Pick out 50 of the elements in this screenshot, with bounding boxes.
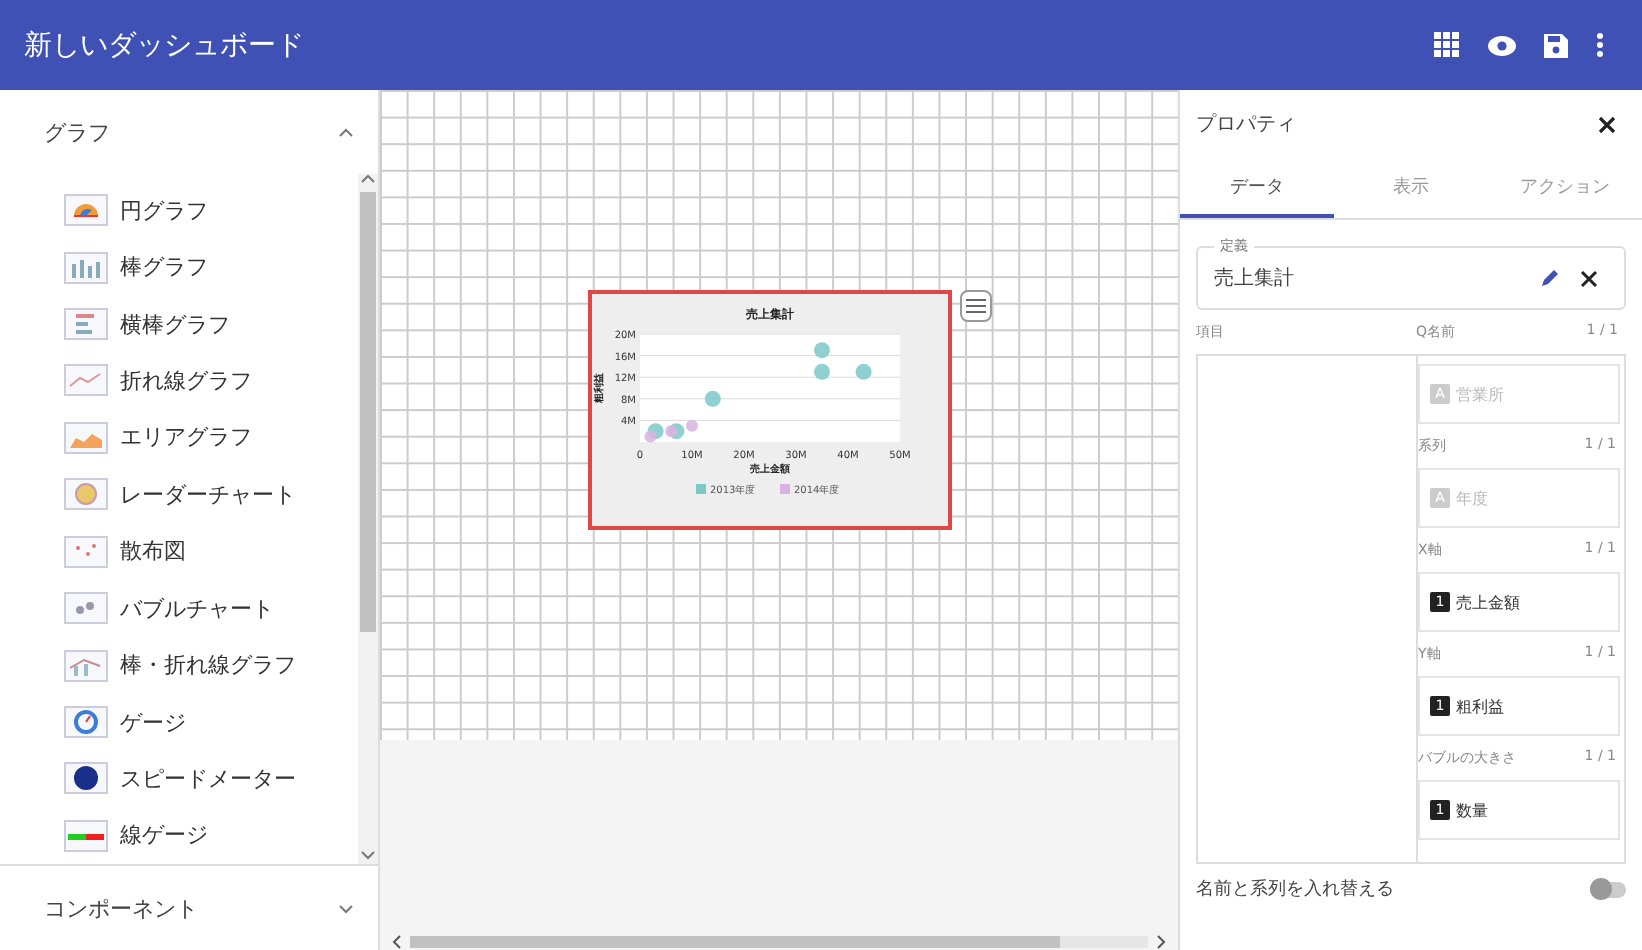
chart-thumbnail-icon (64, 308, 108, 341)
chart-type-item[interactable]: エリアグラフ (64, 409, 358, 467)
section-header[interactable]: グラフ (0, 90, 378, 174)
chart-type-item[interactable]: 折れ線グラフ (64, 352, 358, 410)
chart-thumbnail-icon (64, 762, 108, 795)
panel-title: プロパティ (1196, 111, 1296, 138)
chart-thumbnail-icon (64, 819, 108, 852)
chart-thumbnail-icon (64, 649, 108, 682)
dashboard-title: 新しいダッシュボード (24, 27, 306, 63)
slot-value: 営業所 (1456, 383, 1504, 405)
chart-thumbnail-icon (64, 194, 108, 227)
scroll-left-icon[interactable] (392, 933, 402, 949)
chart-thumbnail-icon (64, 535, 108, 568)
slot-value: 年度 (1456, 487, 1488, 509)
legend-swatch (779, 484, 789, 494)
chart-type-item[interactable]: レーダーチャート (64, 466, 358, 524)
tab[interactable]: データ (1180, 158, 1334, 218)
slot-value: 売上金額 (1456, 591, 1520, 613)
collapse-icon (338, 127, 354, 137)
section-title: コンポーネント (44, 893, 198, 923)
chart-type-item[interactable]: 棒グラフ (64, 238, 358, 296)
section-title: グラフ (44, 117, 110, 147)
swap-toggle[interactable] (1590, 881, 1626, 897)
scrollbar[interactable] (358, 174, 378, 864)
legend-swatch (695, 484, 705, 494)
swap-label: 名前と系列を入れ替える (1196, 877, 1394, 902)
chart-type-item[interactable]: バブルチャート (64, 579, 358, 637)
section-header[interactable]: コンポーネント (0, 866, 378, 950)
chart-type-item[interactable]: ゲージ (64, 693, 358, 751)
scroll-down-icon (360, 850, 376, 860)
chart-thumbnail-icon (64, 364, 108, 397)
chart-type-item[interactable]: スピードメーター (64, 750, 358, 808)
chart-type-item[interactable]: 線ゲージ (64, 807, 358, 865)
chart-type-item[interactable]: 円グラフ (64, 182, 358, 239)
chart-thumbnail-icon (64, 251, 108, 284)
chart-thumbnail-icon (64, 421, 108, 454)
chart-thumbnail-icon (64, 592, 108, 625)
scroll-right-icon[interactable] (1156, 933, 1166, 949)
bubble (854, 363, 871, 380)
menu-icon[interactable] (959, 290, 991, 322)
expand-icon (338, 903, 354, 913)
chart-type-item[interactable]: 横棒グラフ (64, 295, 358, 353)
chart-thumbnail-icon (64, 706, 108, 738)
scroll-up-icon (360, 174, 376, 184)
slot-value: 粗利益 (1456, 695, 1504, 717)
chart-type-item[interactable]: 棒・折れ線グラフ (64, 636, 358, 694)
definition-value: 売上集計 (1214, 265, 1296, 292)
slot-value: 数量 (1456, 799, 1488, 821)
chart-thumbnail-icon (64, 478, 108, 511)
chart-type-item[interactable]: 散布図 (64, 523, 358, 580)
